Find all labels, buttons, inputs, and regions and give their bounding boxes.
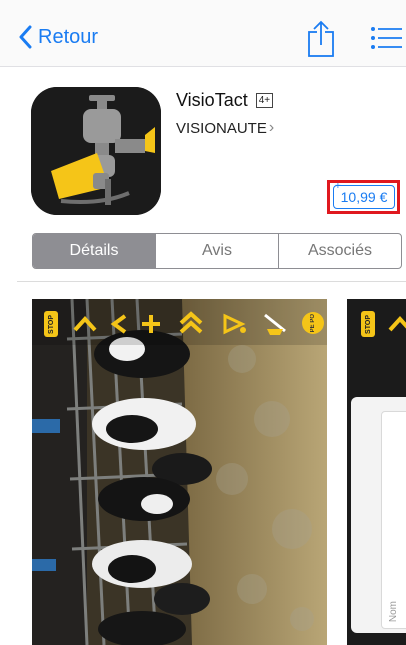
stop-badge[interactable]: STOP <box>361 311 375 337</box>
developer-link[interactable]: VISIONAUTE › <box>176 119 274 137</box>
tab-related[interactable]: Associés <box>278 234 401 268</box>
app-title: VisioTact 4+ <box>176 90 274 111</box>
plus-icon[interactable] <box>140 313 162 335</box>
chevron-left-icon <box>19 25 32 49</box>
tab-details[interactable]: Détails <box>33 234 155 268</box>
back-button[interactable]: Retour <box>18 22 98 52</box>
flag-icon[interactable] <box>222 313 248 335</box>
milking-unit-logo <box>31 87 161 215</box>
field-label: Nom <box>388 600 399 622</box>
age-rating-badge: 4+ <box>255 93 274 108</box>
stop-label: STOP <box>47 314 55 334</box>
chevron-right-icon: › <box>268 119 275 136</box>
chevron-left-icon[interactable] <box>110 313 128 335</box>
price-button[interactable]: 10,99 € <box>333 185 395 209</box>
form-panel: Nom <box>351 397 406 633</box>
chevron-up-icon[interactable] <box>72 315 98 333</box>
double-chevron-up-icon[interactable] <box>178 311 204 335</box>
stop-label: STOP <box>364 314 372 334</box>
barn-photo <box>32 299 327 645</box>
pepo-badge[interactable]: PE PO <box>302 312 324 334</box>
tab-reviews[interactable]: Avis <box>155 234 278 268</box>
pen-icon[interactable] <box>262 311 288 337</box>
list-icon[interactable] <box>368 24 404 52</box>
segmented-control: Détails Avis Associés <box>32 233 402 269</box>
app-name: VisioTact <box>176 90 248 110</box>
pepo-label: PE PO <box>310 313 316 333</box>
navigation-bar: Retour <box>0 0 406 67</box>
developer-name: VISIONAUTE <box>176 119 267 137</box>
form-field[interactable]: Nom <box>381 411 406 629</box>
chevron-up-icon[interactable] <box>387 315 406 333</box>
stop-badge[interactable]: STOP <box>44 311 58 337</box>
screenshot-2[interactable]: STOP Nom <box>347 299 406 645</box>
app-icon <box>31 87 161 215</box>
divider <box>17 281 406 282</box>
screenshot-1[interactable]: STOP PE PO <box>32 299 327 645</box>
share-icon[interactable] <box>306 20 336 58</box>
back-label: Retour <box>38 25 99 48</box>
